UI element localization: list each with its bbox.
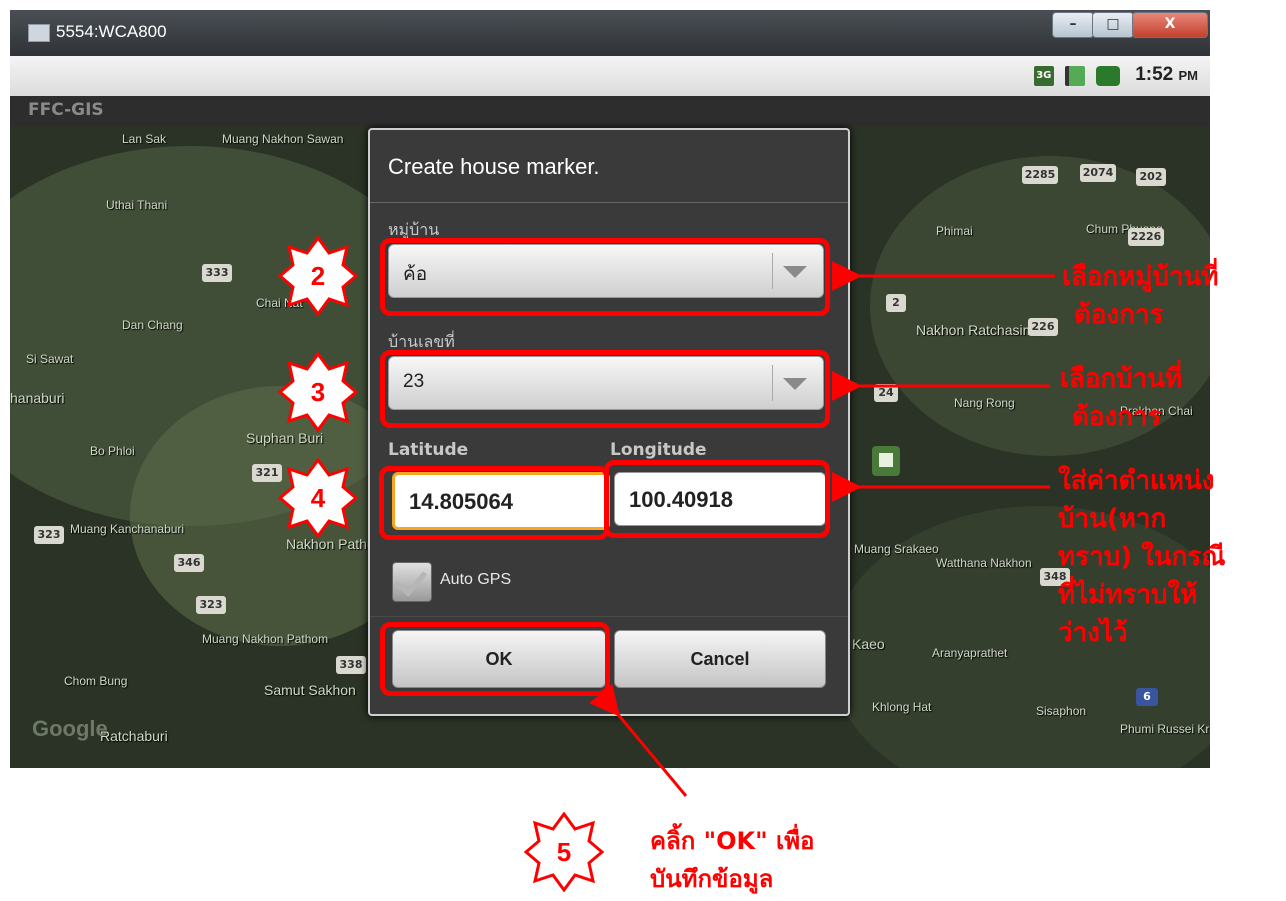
note-line: บันทึกข้อมูล [650,865,774,893]
note-line: เลือกหมู่บ้านที่ [1062,262,1219,292]
arrow-ok [589,683,688,797]
note-line: ที่ไม่ทราบให้ [1058,580,1198,610]
note-line: ต้องการ [1072,402,1162,432]
note-line: คลิ้ก "OK" เพื่อ [650,827,815,855]
note-house: เลือกบ้านที่ ต้องการ [1060,360,1182,436]
note-line: ว่างไว้ [1058,618,1128,648]
note-line: บ้าน(หาก [1058,504,1167,534]
note-line: ทราบ) ในกรณี [1058,542,1226,572]
note-line: ต้องการ [1074,300,1164,330]
note-ok: คลิ้ก "OK" เพื่อ บันทึกข้อมูล [650,822,814,898]
annotation-arrows [589,261,1055,797]
note-line: เลือกบ้านที่ [1060,364,1183,394]
note-coords: ใส่ค่าตำแหน่ง บ้าน(หาก ทราบ) ในกรณี ที่ไ… [1058,462,1225,652]
note-line: ใส่ค่าตำแหน่ง [1058,466,1215,496]
note-village: เลือกหมู่บ้านที่ ต้องการ [1062,258,1218,334]
